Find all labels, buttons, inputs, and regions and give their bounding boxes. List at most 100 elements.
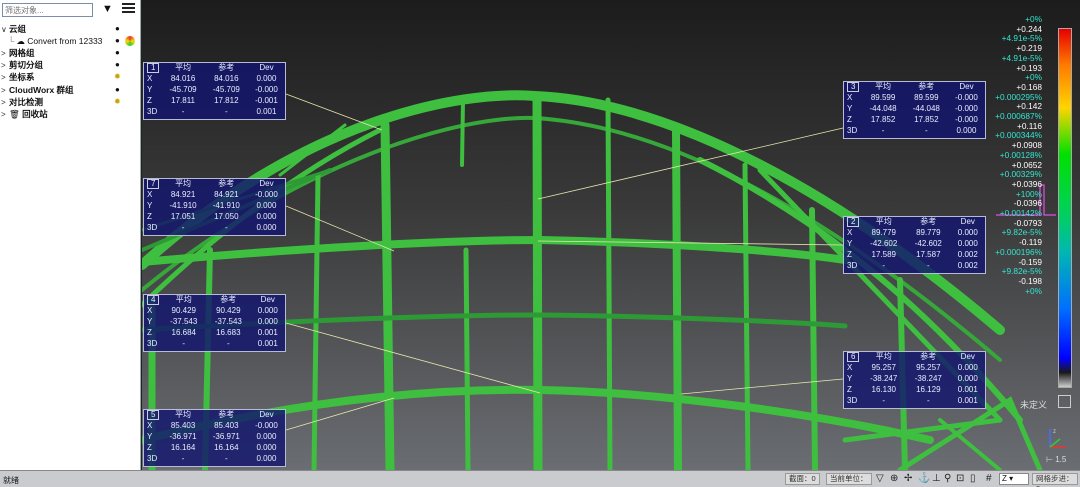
tree-node-compare-inspection[interactable]: > 对比检测 [1, 96, 43, 108]
row-label: X [147, 421, 153, 431]
row-label: 3D [147, 106, 158, 116]
cell: 16.130 [871, 384, 896, 394]
row-label: Z [847, 384, 852, 394]
row-label: Y [847, 103, 853, 113]
cell: 0.000 [256, 200, 277, 210]
header-dev: Dev [960, 352, 975, 362]
pin-icon[interactable]: ● [115, 35, 120, 47]
tree-node-cloud-group[interactable]: ∨ 云组 [1, 23, 26, 35]
color-scale-bar[interactable] [1058, 28, 1072, 388]
pin-icon[interactable]: ● [115, 84, 120, 96]
scale-ruler-value: 1.5 [1055, 455, 1067, 464]
measurement-box-5[interactable]: 5 平均 参考 Dev X 85.403 85.403 -0.000 Y -36.971 -36… [143, 409, 286, 467]
filter-icon[interactable]: ▼ [102, 3, 113, 15]
cell: - [224, 106, 228, 116]
tree-node-mesh-group[interactable]: > 网格组 [1, 47, 35, 59]
color-map-icon[interactable] [125, 36, 135, 46]
tree-node-clip-group[interactable]: > 剪切分组 [1, 59, 43, 71]
section-value: 0 [811, 474, 816, 483]
cell: 90.429 [216, 306, 241, 316]
filter-objects-input[interactable] [2, 3, 93, 17]
cell: -0.000 [255, 84, 278, 94]
walk-mode-icon[interactable]: ⚲ [944, 473, 951, 485]
hamburger-menu-icon[interactable] [122, 3, 135, 14]
tree-node-convert[interactable]: └ ☁ Convert from 12333 [8, 35, 102, 47]
cloud-icon: ☁ [16, 36, 25, 46]
view-toggle-icon[interactable]: ▯ [970, 473, 976, 485]
measurement-box-4[interactable]: 4 平均 参考 Dev X 90.429 90.429 0.000 Y -37.543 -37.… [143, 294, 286, 352]
axis-triad-icon: z [1049, 429, 1066, 448]
app-window: ▼ ∨云组 ● └ ☁ Convert from 12333 ● >网格组 ● … [0, 0, 1080, 487]
rotate-axes-icon[interactable]: ⊥ [932, 473, 941, 485]
cell: 0.001 [256, 106, 277, 116]
lock-icon[interactable]: ⊡ [956, 473, 964, 485]
section-field[interactable]: 截面：0 [785, 473, 820, 485]
cell: 16.129 [916, 384, 941, 394]
cell: - [926, 260, 930, 270]
cell: 0.001 [257, 327, 278, 337]
lightbulb-icon[interactable]: ✹ [114, 71, 121, 83]
pin-icon[interactable]: ● [115, 59, 120, 71]
row-label: Z [147, 211, 152, 221]
scale-ruler-label: ⊢ 1.5 [1046, 455, 1067, 464]
cell: 84.921 [170, 190, 196, 200]
measurement-box-6[interactable]: 6 平均 参考 Dev X 95.257 95.257 0.000 Y -38.247 -38.… [843, 351, 986, 409]
header-ref: 参考 [218, 179, 235, 189]
measurement-box-3[interactable]: 3 平均 参考 Dev X 89.599 89.599 -0.000 Y -44.048 -44… [843, 81, 986, 139]
measurement-box-2[interactable]: 2 平均 参考 Dev X 89.779 89.779 0.000 Y -42.602 -42.… [843, 216, 986, 274]
pin-icon[interactable]: ● [115, 47, 120, 59]
header-ref: 参考 [218, 63, 235, 73]
measurement-box-1[interactable]: 1 平均 参考 Dev X 84.016 84.016 0.000 Y -45.709 -45.… [143, 62, 286, 120]
measurement-id: 7 [147, 179, 160, 190]
tree-node-cloudworx-group[interactable]: > CloudWorx 群组 [1, 84, 74, 96]
cell: 17.587 [916, 249, 941, 259]
cell: 17.589 [871, 249, 896, 259]
axis-select-value: Z [1002, 474, 1007, 483]
cell: 0.001 [957, 395, 978, 405]
pan-icon[interactable]: ✢ [904, 473, 912, 485]
row-label: 3D [847, 395, 858, 405]
cell: 89.779 [916, 228, 941, 238]
axis-select[interactable]: Z ▾ [999, 473, 1029, 485]
undefined-color-swatch[interactable] [1058, 395, 1071, 408]
cell: 17.852 [914, 114, 939, 124]
header-ref: 参考 [920, 352, 937, 362]
cell: 84.921 [214, 190, 239, 200]
grid-step-field[interactable]: 网格步进：2 [1032, 473, 1078, 487]
header-avg: 平均 [875, 352, 892, 362]
cell: 0.000 [256, 211, 277, 221]
row-label: X [847, 93, 853, 103]
row-label: 3D [847, 125, 858, 135]
cell: 0.000 [957, 238, 978, 248]
cell: - [882, 395, 886, 405]
cell: -36.971 [212, 431, 240, 441]
pin-icon[interactable]: ● [115, 23, 120, 35]
tree-node-recycle-bin[interactable]: > 🗑 回收站 [1, 108, 48, 120]
anchor-icon[interactable]: ⚓ [918, 473, 930, 485]
row-label: X [847, 228, 853, 238]
zoom-fit-icon[interactable]: ⊕ [890, 473, 898, 485]
cell: 0.000 [957, 373, 978, 383]
row-label: Z [847, 249, 852, 259]
cell: -44.048 [912, 103, 940, 113]
cell: - [181, 222, 185, 232]
row-label: Y [847, 373, 853, 383]
header-dev: Dev [260, 295, 275, 305]
row-label: Z [147, 95, 152, 105]
header-avg: 平均 [175, 179, 192, 189]
lightbulb-icon[interactable]: ✹ [114, 96, 121, 108]
cell: -41.910 [212, 200, 240, 210]
object-tree-panel: ▼ ∨云组 ● └ ☁ Convert from 12333 ● >网格组 ● … [0, 0, 141, 470]
grid-icon[interactable]: # [986, 473, 992, 485]
cell: - [181, 453, 185, 463]
measurement-box-7[interactable]: 7 平均 参考 Dev X 84.921 84.921 -0.000 Y -41.910 -41… [143, 178, 286, 236]
header-ref: 参考 [920, 217, 937, 227]
cell: -44.048 [869, 103, 897, 113]
row-label: Z [147, 442, 152, 452]
current-unit-label: 当前单位： [830, 474, 868, 483]
tree-node-coordinate-system[interactable]: > 坐标系 [1, 71, 35, 83]
filter-funnel-icon[interactable]: ▽ [876, 473, 884, 485]
cell: 0.000 [957, 228, 978, 238]
current-unit-field[interactable]: 当前单位： [826, 473, 872, 485]
cell: 89.779 [871, 228, 896, 238]
